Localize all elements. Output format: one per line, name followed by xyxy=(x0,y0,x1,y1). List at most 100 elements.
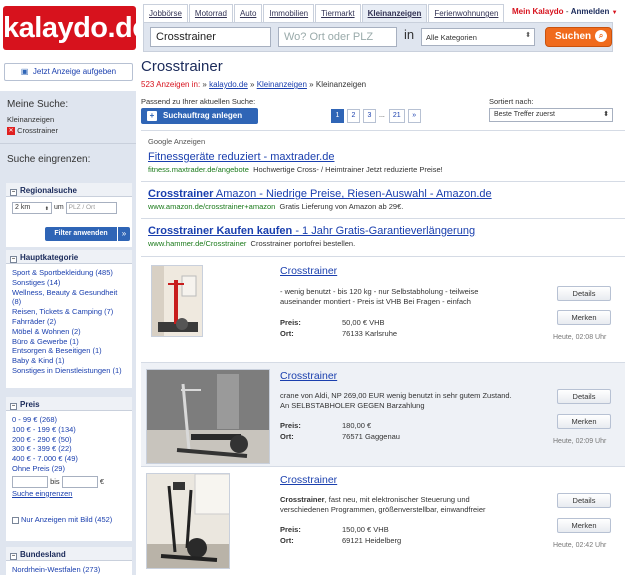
price-item[interactable]: Ohne Preis (29) xyxy=(12,464,126,474)
ad-title[interactable]: Fitnessgeräte reduziert - maxtrader.de xyxy=(148,151,443,163)
kalaydo-logo[interactable]: kalaydo.de xyxy=(3,6,148,50)
listing-title[interactable]: Crosstrainer xyxy=(280,265,337,277)
search-button[interactable]: Suchen ⌕ xyxy=(545,27,612,47)
tab-immobilien[interactable]: Immobilien xyxy=(263,4,315,22)
details-button[interactable]: Details xyxy=(557,286,611,301)
breadcrumb-item[interactable]: Kleinanzeigen xyxy=(257,80,307,89)
user-separator: - xyxy=(565,7,569,16)
page-3[interactable]: 3 xyxy=(363,109,376,123)
listing-image[interactable] xyxy=(151,265,203,337)
result-count-number: 523 Anzeigen in: xyxy=(141,80,201,89)
search-input[interactable]: Crosstrainer xyxy=(150,27,271,47)
category-header[interactable]: – Hauptkategorie xyxy=(6,250,132,264)
tab-auto[interactable]: Auto xyxy=(233,4,263,22)
page-2[interactable]: 2 xyxy=(347,109,360,123)
plz-input[interactable]: PLZ / Ort xyxy=(65,202,117,214)
breadcrumb-item[interactable]: kalaydo.de xyxy=(209,80,248,89)
category-item[interactable]: Sonstiges in Dienstleistungen (1) xyxy=(12,366,126,376)
category-item[interactable]: Büro & Gewerbe (1) xyxy=(12,337,126,347)
ad-title[interactable]: Crosstrainer Kaufen kaufen - 1 Jahr Grat… xyxy=(148,225,475,237)
price-item[interactable]: 400 € - 7.000 € (49) xyxy=(12,454,126,464)
price-header[interactable]: – Preis xyxy=(6,397,132,411)
google-ad[interactable]: Crosstrainer Amazon - Niedrige Preise, R… xyxy=(148,188,492,211)
category-item[interactable]: Sonstiges (14) xyxy=(12,278,126,288)
category-item[interactable]: Entsorgen & Beseitigen (1) xyxy=(12,346,126,356)
details-button[interactable]: Details xyxy=(557,493,611,508)
ad-description: Hochwertige Cross- / Heimtrainer Jetzt r… xyxy=(253,165,443,174)
category-item[interactable]: Möbel & Wohnen (2) xyxy=(12,327,126,337)
listing-title[interactable]: Crosstrainer xyxy=(280,370,337,382)
state-title: Bundesland xyxy=(20,550,66,559)
price-item[interactable]: 0 - 99 € (268) xyxy=(12,415,126,425)
top-navigation: Jobbörse Motorrad Auto Immobilien Tierma… xyxy=(143,4,505,22)
state-header[interactable]: – Bundesland xyxy=(6,547,132,561)
listing-item[interactable]: Crosstrainer crane von Aldi, NP 269,00 E… xyxy=(141,362,625,466)
page-1[interactable]: 1 xyxy=(331,109,344,123)
post-ad-button[interactable]: ▣ Jetzt Anzeige aufgeben xyxy=(4,63,133,81)
category-select[interactable]: Alle Kategorien ⬍ xyxy=(421,28,535,46)
listing-title[interactable]: Crosstrainer xyxy=(280,474,337,486)
category-item[interactable]: Baby & Kind (1) xyxy=(12,356,126,366)
state-item[interactable]: Nordrhein-Westfalen (273) xyxy=(12,565,126,575)
mein-kalaydo-link[interactable]: Mein Kalaydo xyxy=(512,7,564,16)
category-item[interactable]: Sport & Sportbekleidung (485) xyxy=(12,268,126,278)
details-button[interactable]: Details xyxy=(557,389,611,404)
my-search-term: ✕ Crosstrainer xyxy=(7,126,129,136)
listing-image[interactable] xyxy=(146,369,270,464)
price-item[interactable]: 100 € - 199 € (134) xyxy=(12,425,126,435)
category-item[interactable]: Reisen, Tickets & Camping (7) xyxy=(12,307,126,317)
location-input[interactable]: Wo? Ort oder PLZ xyxy=(278,27,397,47)
next-page[interactable]: » xyxy=(407,109,421,123)
remember-button[interactable]: Merken xyxy=(557,310,611,325)
listing-description: crane von Aldi, NP 269,00 EUR wenig benu… xyxy=(280,391,512,410)
remove-icon[interactable]: ✕ xyxy=(7,127,15,136)
filter-apply-button[interactable]: Filter anwenden xyxy=(45,227,117,241)
google-ad[interactable]: Fitnessgeräte reduziert - maxtrader.de f… xyxy=(148,151,443,174)
only-with-image-label: Nur Anzeigen mit Bild (452) xyxy=(21,515,113,524)
tab-jobboerse[interactable]: Jobbörse xyxy=(143,4,188,22)
category-item[interactable]: Fahrräder (2) xyxy=(12,317,126,327)
ad-url[interactable]: www.amazon.de/crosstrainer+amazon xyxy=(148,202,275,211)
sort-select[interactable]: Beste Treffer zuerst ⬍ xyxy=(489,108,613,122)
regional-title: Regionalsuche xyxy=(20,186,77,195)
ad-url[interactable]: fitness.maxtrader.de/angebote xyxy=(148,165,249,174)
breadcrumb-item: Kleinanzeigen xyxy=(315,80,367,89)
sort-value: Beste Treffer zuerst xyxy=(494,111,555,118)
um-label: um xyxy=(53,204,64,211)
remember-button[interactable]: Merken xyxy=(557,518,611,533)
divider xyxy=(141,218,625,219)
collapse-icon: – xyxy=(10,189,17,196)
regional-header[interactable]: – Regionalsuche xyxy=(6,183,132,197)
listing-item[interactable]: Crosstrainer - wenig benutzt - bis 120 k… xyxy=(141,256,625,362)
collapse-icon: – xyxy=(10,256,17,263)
dropdown-caret-icon[interactable]: ▼ xyxy=(612,10,618,16)
filter-arrow-icon[interactable]: » xyxy=(118,227,130,241)
remember-button[interactable]: Merken xyxy=(557,414,611,429)
price-max-input[interactable] xyxy=(61,475,98,488)
image-checkbox[interactable] xyxy=(12,516,19,524)
plus-icon: + xyxy=(147,111,157,121)
login-link[interactable]: Anmelden xyxy=(571,7,610,16)
my-search-term-label: Crosstrainer xyxy=(17,126,58,135)
my-search-title: Meine Suche: xyxy=(7,99,69,110)
tab-kleinanzeigen[interactable]: Kleinanzeigen xyxy=(361,4,428,22)
price-item[interactable]: 200 € - 290 € (50) xyxy=(12,435,126,445)
listing-image[interactable] xyxy=(146,473,230,569)
tab-ferienwohnungen[interactable]: Ferienwohnungen xyxy=(428,4,505,22)
category-title: Hauptkategorie xyxy=(20,253,79,262)
ad-title[interactable]: Crosstrainer Amazon - Niedrige Preise, R… xyxy=(148,188,492,200)
price-min-input[interactable] xyxy=(12,475,48,488)
tab-tiermarkt[interactable]: Tiermarkt xyxy=(315,4,361,22)
google-ad[interactable]: Crosstrainer Kaufen kaufen - 1 Jahr Grat… xyxy=(148,225,475,248)
radius-select[interactable]: 2 km ⬍ xyxy=(12,202,52,214)
refine-search-link[interactable]: Suche eingrenzen xyxy=(12,489,126,499)
only-with-image-filter[interactable]: Nur Anzeigen mit Bild (452) xyxy=(12,515,112,524)
category-item[interactable]: Wellness, Beauty & Gesundheit (8) xyxy=(12,288,126,308)
save-search-button[interactable]: + Suchauftrag anlegen xyxy=(141,108,258,124)
listing-item[interactable]: Crosstrainer Crosstrainer, fast neu, mit… xyxy=(141,466,625,575)
page-21[interactable]: 21 xyxy=(388,109,405,123)
listing-meta: Preis: 50,00 € VHB Ort: 76133 Karlsruhe xyxy=(280,318,397,339)
ad-url[interactable]: www.hammer.de/Crosstrainer xyxy=(148,239,246,248)
tab-motorrad[interactable]: Motorrad xyxy=(188,4,233,22)
price-item[interactable]: 300 € - 399 € (22) xyxy=(12,444,126,454)
